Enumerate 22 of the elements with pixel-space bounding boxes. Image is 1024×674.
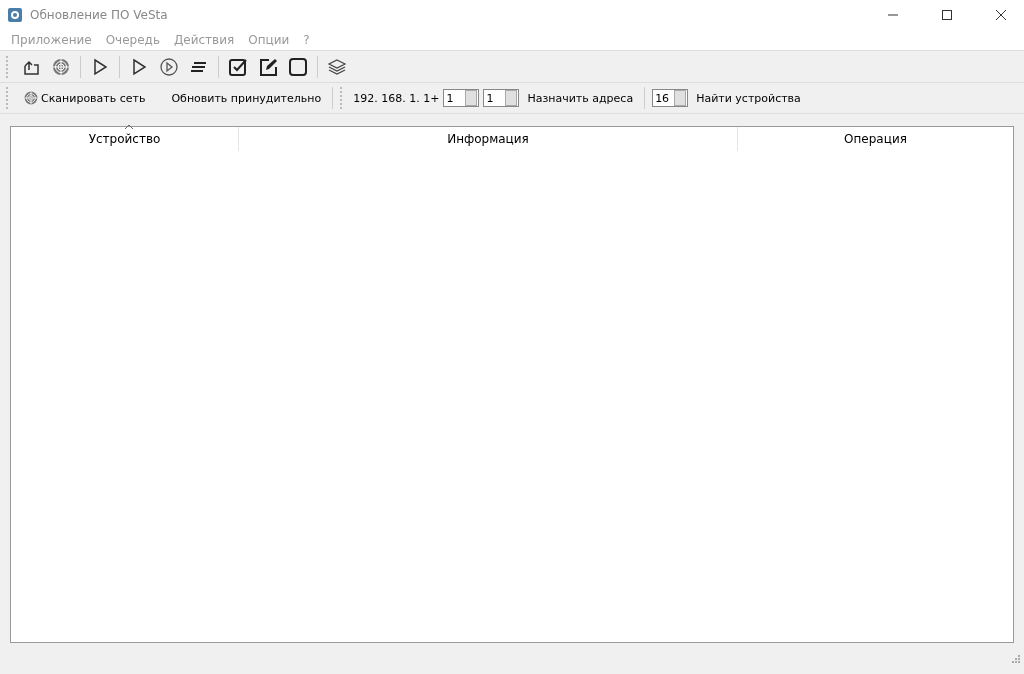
- scan-network-button[interactable]: Сканировать сеть: [19, 88, 150, 108]
- start-spinbox[interactable]: 1: [443, 89, 480, 107]
- play-circle-icon: [159, 56, 179, 77]
- column-header[interactable]: Устройство: [11, 127, 239, 151]
- radar-icon: [51, 56, 71, 77]
- column-header[interactable]: Операция: [738, 127, 1013, 151]
- resize-grip-icon[interactable]: [1010, 653, 1020, 663]
- assign-addresses-button[interactable]: Назначить адреса: [523, 89, 638, 107]
- window-title: Обновление ПО VeSta: [30, 8, 169, 22]
- address-prefix: 192. 168. 1. 1+: [353, 91, 440, 105]
- maximize-icon: [942, 10, 952, 20]
- radar-icon: [23, 90, 39, 106]
- edit-icon: [258, 56, 278, 77]
- force-update-button[interactable]: Обновить принудительно: [167, 89, 326, 107]
- count-spinbox[interactable]: 1: [483, 89, 520, 107]
- device-count-spinbox[interactable]: 16: [652, 89, 689, 107]
- app-icon: [8, 8, 22, 22]
- checkbox-icon: [228, 56, 248, 77]
- find-devices-button[interactable]: Найти устройства: [692, 89, 805, 107]
- square-icon: [288, 56, 308, 77]
- close-icon: [996, 10, 1006, 20]
- column-header[interactable]: Информация: [239, 127, 738, 151]
